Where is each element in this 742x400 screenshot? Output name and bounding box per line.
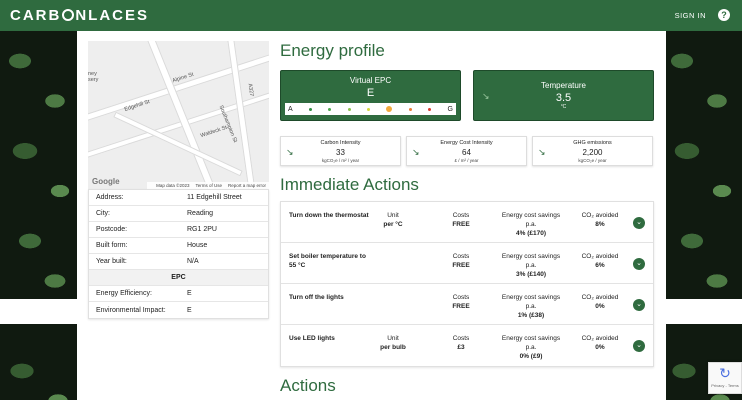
google-logo: Google xyxy=(92,177,120,186)
metric-value: 64 xyxy=(462,148,471,157)
ivy-background-right xyxy=(662,31,742,400)
virtual-epc-card: Virtual EPC E A G xyxy=(280,70,461,121)
epc-scale-dot xyxy=(408,107,412,111)
action-savings: Energy cost savings p.a. 1% (£38) xyxy=(501,294,561,319)
expand-chevron-icon[interactable]: ⌄ xyxy=(633,258,645,270)
table-row: Year built: N/A xyxy=(89,254,268,270)
epc-scale-dot xyxy=(347,107,351,111)
trend-down-icon: ↘ xyxy=(482,91,490,101)
metric-title: Energy Cost Intensity xyxy=(440,140,493,146)
action-name: Set boiler temperature to 55 °C xyxy=(289,253,366,269)
expand-chevron-icon[interactable]: ⌄ xyxy=(633,217,645,229)
epc-scale-dot xyxy=(328,107,332,111)
action-name: Turn down the thermostat xyxy=(289,212,369,219)
ivy-background-left xyxy=(0,31,80,400)
map-footer: Map data ©2023 Terms of Use Report a map e… xyxy=(147,182,269,189)
action-costs: Costs FREE xyxy=(452,253,470,269)
action-costs: Costs FREE xyxy=(452,212,470,228)
logo-text-start: CARB xyxy=(10,7,62,24)
table-row: City: Reading xyxy=(89,206,268,222)
map[interactable]: Alpine St Edgehill St Southampton St Wal… xyxy=(88,41,269,189)
epc-scale-start: A xyxy=(288,105,293,113)
logo[interactable]: CARB NLACES xyxy=(10,7,149,24)
table-row: Energy Efficiency: E xyxy=(89,286,268,302)
report-map-error-link[interactable]: Report a map error xyxy=(228,183,266,188)
map-data-text: Map data ©2023 xyxy=(156,183,190,188)
actions-title: Actions xyxy=(280,376,336,395)
epc-scale-dot xyxy=(309,107,313,111)
temperature-title: Temperature xyxy=(541,81,586,90)
virtual-epc-title: Virtual EPC xyxy=(349,76,392,85)
action-unit: Unit per bulb xyxy=(380,335,406,351)
immediate-actions-list: Turn down the thermostat Unit per °C Costs F… xyxy=(280,201,654,367)
action-co2: CO₂ avoided 0% xyxy=(581,335,619,351)
top-bar: CARB NLACES SIGN IN ? xyxy=(0,0,742,31)
metric-title: GHG emissions xyxy=(573,140,612,146)
action-savings: Energy cost savings p.a. 0% (£9) xyxy=(501,335,561,360)
action-co2: CO₂ avoided 6% xyxy=(581,253,619,269)
action-row: Set boiler temperature to 55 °C Costs FREE… xyxy=(281,243,653,284)
epc-scale: A G xyxy=(285,103,456,115)
table-row: Built form: House xyxy=(89,238,268,254)
trend-down-icon: ↘ xyxy=(286,147,294,157)
logo-text-end: NLACES xyxy=(75,7,150,24)
action-row: Turn down the thermostat Unit per °C Costs F… xyxy=(281,202,653,243)
recaptcha-footer[interactable]: Privacy - Terms xyxy=(709,383,741,388)
carbon-intensity-card: ↘ Carbon Intensity 33 kgCO₂e / m² / year xyxy=(280,136,401,166)
property-table: Address: 11 Edgehill Street City: Reading … xyxy=(88,189,269,319)
recaptcha-icon: ↻ xyxy=(719,365,731,381)
virtual-epc-value: E xyxy=(366,87,375,99)
energy-profile-title: Energy profile xyxy=(280,41,385,60)
temperature-unit: °C xyxy=(560,104,567,110)
action-costs: Costs FREE xyxy=(452,294,470,310)
expand-chevron-icon[interactable]: ⌄ xyxy=(633,340,645,352)
expand-chevron-icon[interactable]: ⌄ xyxy=(633,299,645,311)
map-street-label: A327 xyxy=(246,83,255,97)
action-name: Turn off the lights xyxy=(289,294,344,301)
logo-ring-icon xyxy=(62,9,75,21)
table-row: Address: 11 Edgehill Street xyxy=(89,190,268,206)
trend-down-icon: ↘ xyxy=(412,147,420,157)
map-partial-label: ney sery xyxy=(88,71,99,83)
metric-value: 2,200 xyxy=(582,148,603,157)
action-savings: Energy cost savings p.a. 3% (£140) xyxy=(501,253,561,278)
table-row: Environmental Impact: E xyxy=(96,306,192,314)
metric-title: Carbon Intensity xyxy=(320,140,361,146)
action-costs: Costs £3 xyxy=(452,335,470,351)
immediate-actions-title: Immediate Actions xyxy=(280,175,419,194)
temperature-card: ↘ Temperature 3.5 °C xyxy=(473,70,654,121)
epc-scale-dot xyxy=(367,107,371,111)
action-co2: CO₂ avoided 0% xyxy=(581,294,619,310)
action-unit: Unit per °C xyxy=(383,212,403,228)
metric-unit: kgCO₂e / m² / year xyxy=(321,158,360,163)
temperature-value: 3.5 xyxy=(555,92,572,104)
help-icon[interactable]: ? xyxy=(718,9,730,21)
terms-link[interactable]: Terms of Use xyxy=(195,183,222,188)
action-savings: Energy cost savings p.a. 4% (£170) xyxy=(501,212,561,237)
action-row: Use LED lights Unit per bulb Costs £3 Energy … xyxy=(281,325,653,366)
energy-cost-intensity-card: ↘ Energy Cost Intensity 64 £ / m² / year xyxy=(406,136,527,166)
ghg-emissions-card: ↘ GHG emissions 2,200 kgCO₂e / year xyxy=(532,136,653,166)
sign-in-link[interactable]: SIGN IN xyxy=(675,11,706,20)
map-street-label: Waldeck St xyxy=(199,124,228,140)
trend-down-icon: ↘ xyxy=(538,147,546,157)
epc-heading: EPC xyxy=(89,270,268,286)
action-name: Use LED lights xyxy=(289,335,335,342)
epc-scale-end: G xyxy=(447,105,453,113)
table-row: Postcode: RG1 2PU xyxy=(89,222,268,238)
metric-unit: kgCO₂e / year xyxy=(578,158,607,163)
recaptcha-badge[interactable]: ↻ Privacy - Terms xyxy=(708,362,742,394)
epc-selected-dot xyxy=(386,106,393,112)
metric-value: 33 xyxy=(336,148,345,157)
metric-unit: £ / m² / year xyxy=(454,158,479,163)
action-row: Turn off the lights Costs FREE Energy cost … xyxy=(281,284,653,325)
action-co2: CO₂ avoided 8% xyxy=(581,212,619,228)
epc-scale-dot xyxy=(428,107,432,111)
main-panel: Alpine St Edgehill St Southampton St Wal… xyxy=(77,31,666,400)
